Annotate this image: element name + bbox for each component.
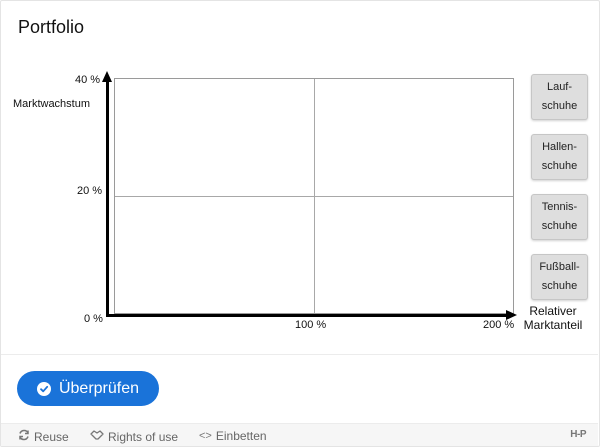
check-button-label: Überprüfen xyxy=(58,379,140,397)
y-axis-line xyxy=(106,80,109,317)
reuse-link[interactable]: Reuse xyxy=(18,429,69,444)
x-axis-label-line2: Marktanteil xyxy=(523,318,583,332)
x-axis-line xyxy=(106,314,508,317)
rights-of-use-link[interactable]: Rights of use xyxy=(90,429,178,444)
plot-area[interactable] xyxy=(114,78,514,314)
y-tick-0: 0 % xyxy=(84,313,103,325)
tile-label-line2: schuhe xyxy=(541,100,578,112)
check-circle-icon xyxy=(36,381,51,396)
page-title: Portfolio xyxy=(18,17,85,37)
footer-bar: Reuse Rights of use <> Einbetten H‑P xyxy=(1,423,598,446)
y-axis-label: Marktwachstum xyxy=(13,98,91,110)
grid-line-horizontal xyxy=(115,196,513,197)
embed-label: Einbetten xyxy=(215,429,267,443)
reuse-label: Reuse xyxy=(34,429,69,444)
tile-label-line1: Fußball- xyxy=(539,261,580,273)
y-axis-arrow-icon xyxy=(102,71,112,82)
check-button[interactable]: Überprüfen xyxy=(17,371,159,406)
divider xyxy=(1,354,598,355)
tile-fussballschuhe[interactable]: Fußball- schuhe xyxy=(531,254,588,300)
h5p-logo[interactable]: H‑P xyxy=(570,429,586,440)
tile-label-line1: Hallen- xyxy=(542,141,577,153)
draggable-tile-pool: Lauf- schuhe Hallen- schuhe Tennis- schu… xyxy=(531,74,588,314)
tile-tennisschuhe[interactable]: Tennis- schuhe xyxy=(531,194,588,240)
y-tick-40: 40 % xyxy=(75,74,101,86)
tile-hallenschuhe[interactable]: Hallen- schuhe xyxy=(531,134,588,180)
tile-label-line2: schuhe xyxy=(541,280,578,292)
tile-label-line2: schuhe xyxy=(541,160,578,172)
rights-of-use-label: Rights of use xyxy=(108,429,179,444)
y-tick-20: 20 % xyxy=(77,185,103,197)
handshake-icon xyxy=(90,429,104,444)
x-tick-200: 200 % xyxy=(483,319,515,331)
reuse-icon xyxy=(18,429,30,444)
embed-link[interactable]: <> Einbetten xyxy=(199,429,267,443)
tile-label-line2: schuhe xyxy=(541,220,578,232)
code-icon: <> xyxy=(199,430,212,442)
tile-label-line1: Tennis- xyxy=(541,201,578,213)
tile-laufschuhe[interactable]: Lauf- schuhe xyxy=(531,74,588,120)
x-tick-100: 100 % xyxy=(295,319,327,331)
tile-label-line1: Lauf- xyxy=(546,81,573,93)
